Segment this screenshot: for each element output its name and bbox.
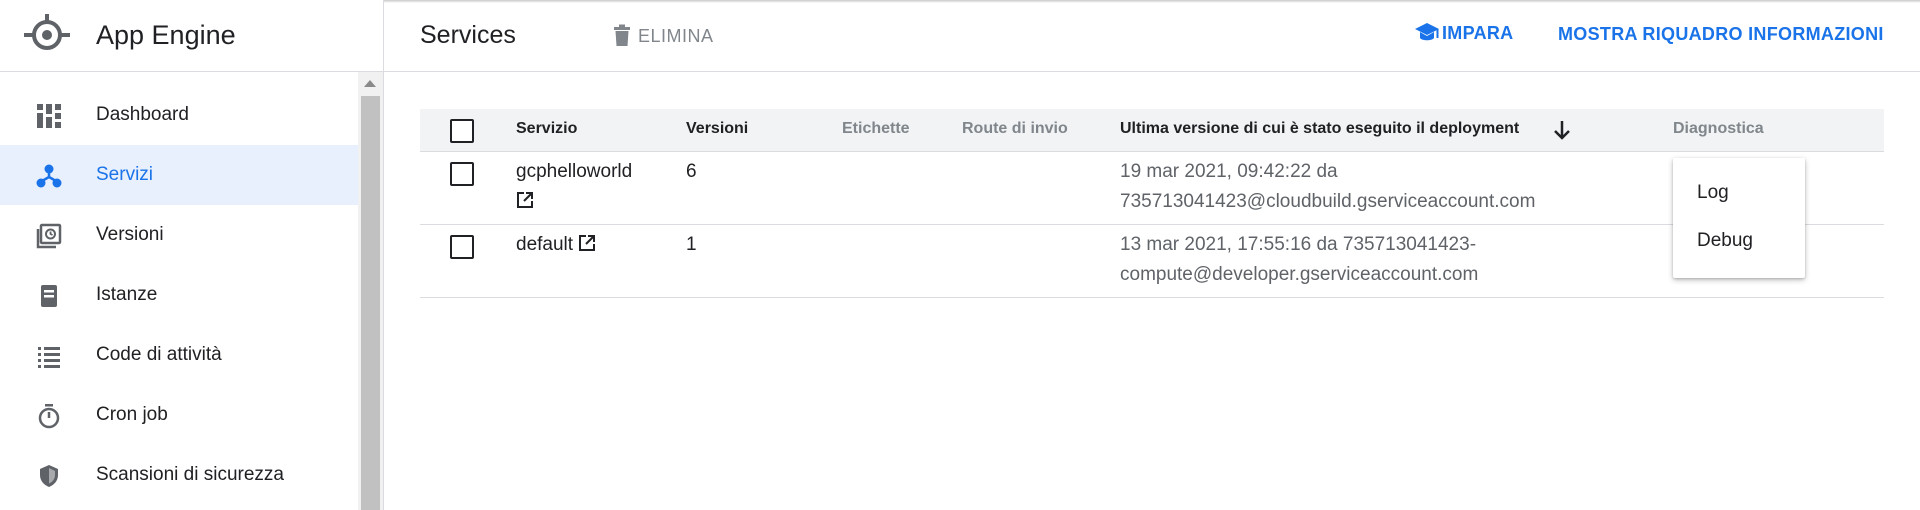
service-cell: default (516, 230, 596, 260)
page-header: Services ELIMINA IMPARA MOSTRA RIQUADRO … (384, 0, 1920, 72)
scrollbar-thumb[interactable] (361, 96, 380, 510)
last-deployed-line: compute@developer.gserviceaccount.com (1120, 264, 1479, 285)
sidebar-item-label: Versioni (96, 224, 164, 245)
diagnostics-menu: Log Debug (1673, 158, 1805, 278)
instances-icon (41, 285, 57, 307)
school-icon (1415, 23, 1439, 41)
sidebar-item-istanze[interactable]: Istanze (0, 265, 358, 325)
services-icon (36, 164, 62, 188)
learn-label: IMPARA (1442, 22, 1514, 43)
sort-arrow-down-icon[interactable] (1552, 119, 1572, 141)
service-link[interactable]: gcphelloworld (516, 161, 632, 182)
column-header-last-deployed[interactable]: Ultima versione di cui è stato eseguito … (1120, 120, 1519, 138)
column-header-versions[interactable]: Versioni (686, 120, 748, 138)
sidebar-nav: Dashboard Servizi Versioni Istanze Code … (0, 85, 358, 505)
table-header: Servizio Versioni Etichette Route di inv… (420, 109, 1884, 152)
brand-header: App Engine (0, 0, 383, 72)
last-deployed-line: 13 mar 2021, 17:55:16 da 735713041423- (1120, 234, 1477, 255)
last-deployed-line: 19 mar 2021, 09:42:22 da (1120, 161, 1338, 182)
menu-item-log[interactable]: Log (1697, 182, 1729, 204)
sidebar-item-versioni[interactable]: Versioni (0, 205, 358, 265)
sidebar-item-dashboard[interactable]: Dashboard (0, 85, 358, 145)
sidebar-item-label: Cron job (96, 404, 168, 425)
task-queues-icon (38, 347, 60, 368)
service-cell: gcphelloworld (516, 157, 656, 217)
versions-cell: 6 (686, 161, 697, 182)
learn-button[interactable]: IMPARA (1414, 22, 1513, 44)
versions-icon (36, 223, 62, 249)
sidebar-item-cron-job[interactable]: Cron job (0, 385, 358, 445)
last-deployed-cell: 19 mar 2021, 09:42:22 da 735713041423@cl… (1120, 157, 1535, 217)
app-engine-logo-icon (24, 14, 70, 50)
app-title: App Engine (96, 20, 236, 50)
sidebar-item-label: Servizi (96, 164, 154, 185)
row-checkbox[interactable] (450, 162, 474, 186)
column-header-labels: Etichette (842, 120, 910, 137)
last-deployed-line: 735713041423@cloudbuild.gserviceaccount.… (1120, 191, 1536, 212)
service-link[interactable]: default (516, 234, 573, 255)
delete-label: ELIMINA (638, 25, 714, 46)
scroll-up-arrow-icon[interactable] (364, 80, 376, 87)
info-panel-label: MOSTRA RIQUADRO INFORMAZIONI (1558, 24, 1884, 44)
shield-icon (40, 465, 58, 487)
sidebar-scrollbar[interactable] (358, 72, 383, 510)
open-in-new-icon[interactable] (516, 191, 534, 209)
services-table: Servizio Versioni Etichette Route di inv… (420, 109, 1884, 298)
column-header-diagnostics: Diagnostica (1673, 120, 1764, 137)
sidebar-item-scansioni-sicurezza[interactable]: Scansioni di sicurezza (0, 445, 358, 505)
table-row: gcphelloworld 6 19 mar 2021, 09:42:22 da… (420, 152, 1884, 225)
sidebar-item-label: Dashboard (96, 104, 189, 125)
table-row: default 1 13 mar 2021, 17:55:16 da 73571… (420, 225, 1884, 298)
page-title: Services (420, 21, 516, 49)
column-header-service[interactable]: Servizio (516, 120, 577, 138)
column-header-traffic-routes: Route di invio (962, 120, 1068, 137)
timer-icon (38, 404, 60, 429)
menu-item-debug[interactable]: Debug (1697, 230, 1753, 252)
sidebar-item-label: Scansioni di sicurezza (96, 464, 284, 485)
select-all-checkbox[interactable] (450, 119, 474, 143)
last-deployed-cell: 13 mar 2021, 17:55:16 da 735713041423- c… (1120, 230, 1478, 290)
sidebar-item-code-attivita[interactable]: Code di attività (0, 325, 358, 385)
versions-cell: 1 (686, 234, 697, 255)
row-checkbox[interactable] (450, 235, 474, 259)
dashboard-icon (37, 104, 61, 128)
sidebar-item-label: Istanze (96, 284, 158, 305)
delete-button[interactable]: ELIMINA (612, 22, 714, 50)
show-info-panel-button[interactable]: MOSTRA RIQUADRO INFORMAZIONI (1558, 24, 1884, 45)
sidebar-item-label: Code di attività (96, 344, 222, 365)
open-in-new-icon[interactable] (578, 234, 596, 252)
sidebar-item-servizi[interactable]: Servizi (0, 145, 358, 205)
trash-icon (614, 24, 630, 46)
sidebar: App Engine Dashboard Servizi Versioni Is… (0, 0, 384, 510)
